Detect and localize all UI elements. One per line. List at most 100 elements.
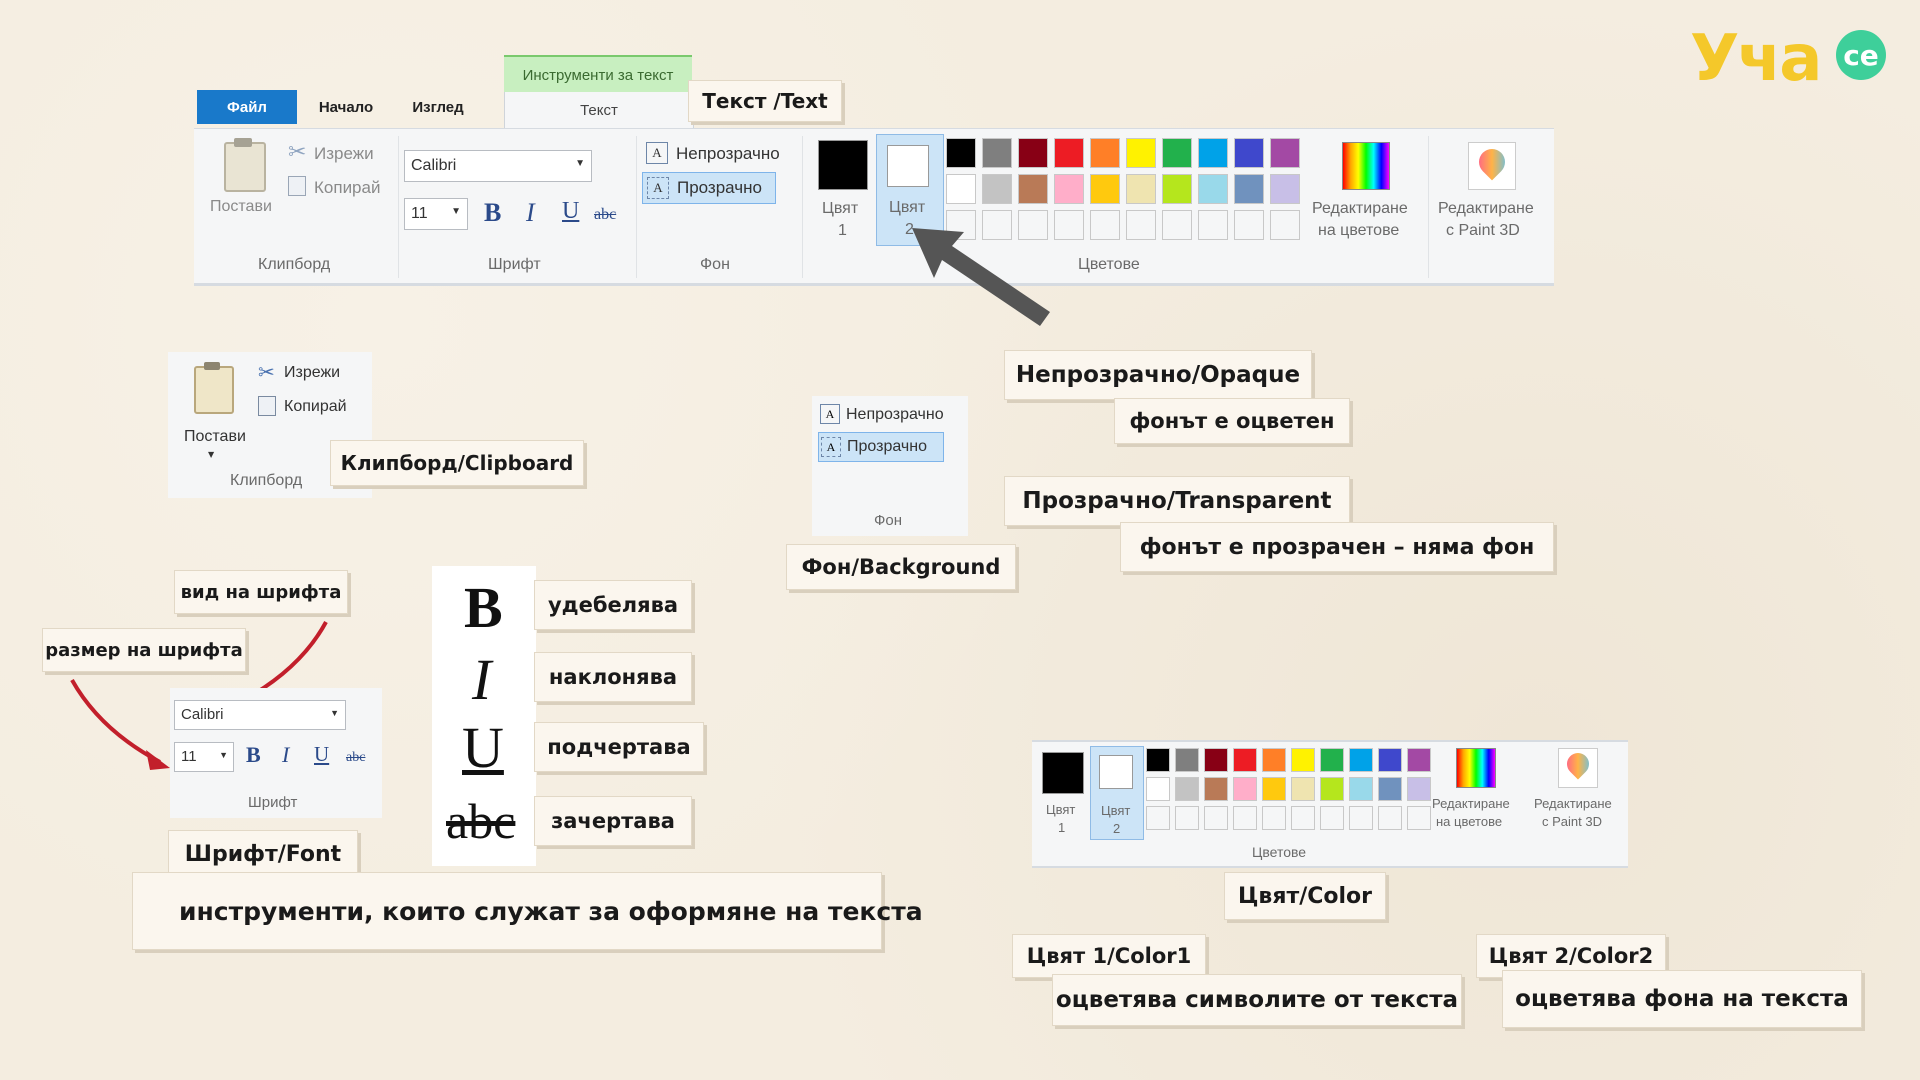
empty-color-swatch[interactable] bbox=[1234, 210, 1264, 240]
paint3d-button[interactable]: Редактиране с Paint 3D bbox=[1532, 746, 1624, 838]
empty-color-swatch[interactable] bbox=[1407, 806, 1431, 830]
chevron-down-icon: ▼ bbox=[208, 450, 215, 459]
edit-colors-button[interactable]: Редактиране на цветове bbox=[1432, 746, 1518, 838]
paste-button[interactable]: Постави ▼ bbox=[178, 360, 248, 460]
color-swatch[interactable] bbox=[946, 174, 976, 204]
empty-color-swatch[interactable] bbox=[1204, 806, 1228, 830]
color-swatch[interactable] bbox=[1018, 174, 1048, 204]
color-swatch[interactable] bbox=[1175, 748, 1199, 772]
color-swatch[interactable] bbox=[1233, 748, 1257, 772]
color-swatch[interactable] bbox=[1270, 138, 1300, 168]
color-swatch[interactable] bbox=[1126, 138, 1156, 168]
underline-button[interactable]: U bbox=[562, 198, 579, 225]
color-swatch[interactable] bbox=[1175, 777, 1199, 801]
color-swatch[interactable] bbox=[1204, 748, 1228, 772]
font-family-select[interactable]: Calibri ▼ bbox=[404, 150, 592, 182]
tab-text[interactable]: Текст bbox=[504, 92, 694, 128]
color-swatch[interactable] bbox=[1320, 777, 1344, 801]
big-italic-letter: I bbox=[472, 647, 492, 712]
empty-color-swatch[interactable] bbox=[1378, 806, 1402, 830]
cut-button[interactable]: ✂ Изрежи bbox=[288, 140, 388, 166]
color-swatch[interactable] bbox=[1198, 174, 1228, 204]
color-swatch[interactable] bbox=[1291, 777, 1315, 801]
color-swatch[interactable] bbox=[1146, 777, 1170, 801]
color-swatch[interactable] bbox=[1349, 777, 1373, 801]
color-swatch[interactable] bbox=[1378, 748, 1402, 772]
empty-color-swatch[interactable] bbox=[1146, 806, 1170, 830]
color-swatch[interactable] bbox=[1234, 174, 1264, 204]
transparent-button[interactable]: A Прозрачно bbox=[818, 432, 944, 462]
underline-button[interactable]: U bbox=[314, 742, 329, 767]
opaque-button[interactable]: A Непрозрачно bbox=[820, 402, 964, 428]
big-underline-letter: U bbox=[462, 715, 504, 780]
color-swatch[interactable] bbox=[1162, 138, 1192, 168]
empty-color-swatch[interactable] bbox=[1320, 806, 1344, 830]
color-swatch[interactable] bbox=[1054, 138, 1084, 168]
italic-button[interactable]: I bbox=[526, 198, 535, 228]
empty-color-swatch[interactable] bbox=[1233, 806, 1257, 830]
color1-button[interactable]: Цвят 1 bbox=[1036, 746, 1088, 838]
tab-file[interactable]: Файл bbox=[197, 90, 297, 124]
color-swatch[interactable] bbox=[1349, 748, 1373, 772]
empty-color-swatch[interactable] bbox=[1349, 806, 1373, 830]
strikethrough-button[interactable]: abc bbox=[594, 206, 616, 224]
cut-button[interactable]: ✂ Изрежи bbox=[258, 360, 368, 386]
font-size-select[interactable]: 11 ▼ bbox=[174, 742, 234, 772]
copy-icon bbox=[288, 176, 306, 196]
empty-color-swatch[interactable] bbox=[1175, 806, 1199, 830]
font-type-callout: вид на шрифта bbox=[174, 570, 348, 614]
color-swatch[interactable] bbox=[1407, 748, 1431, 772]
color-swatch[interactable] bbox=[1018, 138, 1048, 168]
empty-color-swatch[interactable] bbox=[1270, 210, 1300, 240]
color-swatch[interactable] bbox=[1407, 777, 1431, 801]
font-panel: Calibri ▼ 11 ▼ B I U abc Шрифт bbox=[170, 688, 382, 818]
color2-button[interactable]: Цвят 2 bbox=[1090, 746, 1144, 840]
color-swatch[interactable] bbox=[982, 138, 1012, 168]
bold-button[interactable]: B bbox=[246, 742, 261, 768]
strikethrough-button[interactable]: abc bbox=[346, 750, 365, 766]
color-swatch[interactable] bbox=[982, 174, 1012, 204]
color-swatch[interactable] bbox=[1320, 748, 1344, 772]
color-swatch[interactable] bbox=[1162, 174, 1192, 204]
background-callout: Фон/Background bbox=[786, 544, 1016, 590]
color1-swatch bbox=[818, 140, 868, 190]
color-swatch[interactable] bbox=[1198, 138, 1228, 168]
color-swatch[interactable] bbox=[1146, 748, 1170, 772]
color-swatch[interactable] bbox=[1126, 174, 1156, 204]
empty-color-swatch[interactable] bbox=[1198, 210, 1228, 240]
tab-home[interactable]: Начало bbox=[300, 90, 392, 124]
color-swatch[interactable] bbox=[1262, 777, 1286, 801]
bold-button[interactable]: B bbox=[484, 198, 501, 228]
empty-color-swatch[interactable] bbox=[1162, 210, 1192, 240]
color-swatch[interactable] bbox=[1233, 777, 1257, 801]
color-swatch[interactable] bbox=[1090, 174, 1120, 204]
color-swatch[interactable] bbox=[1270, 174, 1300, 204]
clipboard-icon bbox=[224, 142, 266, 192]
transparent-button[interactable]: A Прозрачно bbox=[642, 172, 776, 204]
font-family-select[interactable]: Calibri ▼ bbox=[174, 700, 346, 730]
paint3d-button[interactable]: Редактиране с Paint 3D bbox=[1432, 138, 1546, 248]
edit-colors-button[interactable]: Редактиране на цветове bbox=[1310, 138, 1420, 248]
opaque-button[interactable]: A Непрозрачно bbox=[644, 140, 794, 168]
color-swatch[interactable] bbox=[1291, 748, 1315, 772]
italic-button[interactable]: I bbox=[282, 742, 289, 768]
color-swatch[interactable] bbox=[1378, 777, 1402, 801]
empty-color-swatch[interactable] bbox=[1090, 210, 1120, 240]
color-swatch[interactable] bbox=[1262, 748, 1286, 772]
empty-color-swatch[interactable] bbox=[1291, 806, 1315, 830]
color-swatch[interactable] bbox=[946, 138, 976, 168]
background-panel: A Непрозрачно A Прозрачно Фон bbox=[812, 396, 968, 536]
color-swatch[interactable] bbox=[1204, 777, 1228, 801]
color-swatch[interactable] bbox=[1090, 138, 1120, 168]
paste-button[interactable]: Постави bbox=[206, 138, 280, 224]
font-size-select[interactable]: 11 ▼ bbox=[404, 198, 468, 230]
copy-button[interactable]: Копирай bbox=[288, 176, 398, 200]
color-swatch[interactable] bbox=[1234, 138, 1264, 168]
color-swatch[interactable] bbox=[1054, 174, 1084, 204]
empty-color-swatch[interactable] bbox=[1262, 806, 1286, 830]
empty-color-swatch[interactable] bbox=[1126, 210, 1156, 240]
tab-view[interactable]: Изглед bbox=[392, 90, 484, 124]
color1-button[interactable]: Цвят 1 bbox=[812, 136, 872, 246]
color1-callout: Цвят 1/Color1 bbox=[1012, 934, 1206, 978]
copy-button[interactable]: Копирай bbox=[258, 396, 368, 420]
